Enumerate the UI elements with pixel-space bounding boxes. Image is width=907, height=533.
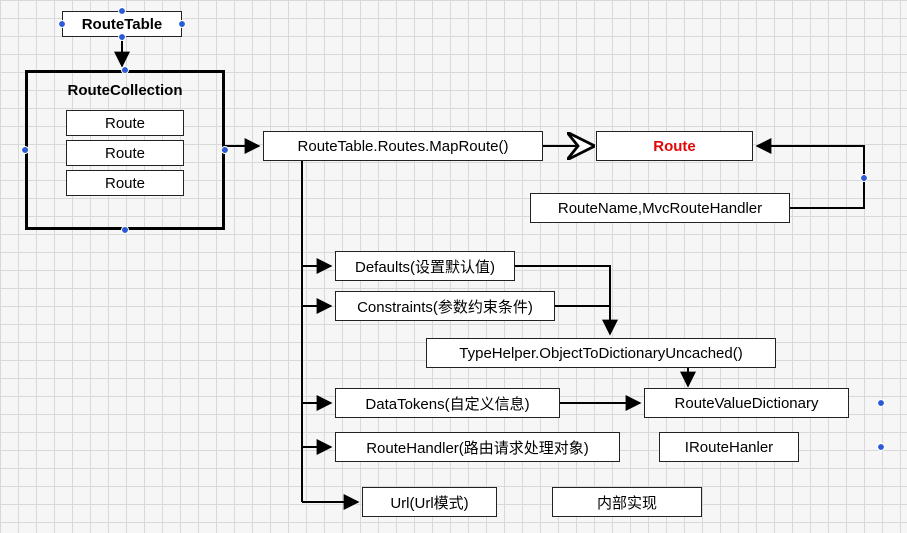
handle-dot <box>861 175 867 181</box>
routevaluedictionary-box: RouteValueDictionary <box>644 388 849 418</box>
inner-box: 内部实现 <box>552 487 702 517</box>
constraints-box: Constraints(参数约束条件) <box>335 291 555 321</box>
handle-dot <box>59 21 65 27</box>
routecollection-label: RouteCollection <box>50 80 200 101</box>
handle-dot <box>179 21 185 27</box>
handle-dot <box>222 147 228 153</box>
maproute-box: RouteTable.Routes.MapRoute() <box>263 131 543 161</box>
handle-dot <box>22 147 28 153</box>
url-box: Url(Url模式) <box>362 487 497 517</box>
route-item-1: Route <box>66 110 184 136</box>
iroutehandler-box: IRouteHanler <box>659 432 799 462</box>
handle-dot <box>122 227 128 233</box>
handle-dot <box>119 8 125 14</box>
routehandler-box: RouteHandler(路由请求处理对象) <box>335 432 620 462</box>
typehelper-box: TypeHelper.ObjectToDictionaryUncached() <box>426 338 776 368</box>
handle-dot <box>878 444 884 450</box>
datatokens-box: DataTokens(自定义信息) <box>335 388 560 418</box>
route-item-2: Route <box>66 140 184 166</box>
handle-dot <box>122 67 128 73</box>
handle-dot <box>119 34 125 40</box>
handle-dot <box>878 400 884 406</box>
route-meta-box: RouteName,MvcRouteHandler <box>530 193 790 223</box>
route-main-box: Route <box>596 131 753 161</box>
defaults-box: Defaults(设置默认值) <box>335 251 515 281</box>
route-item-3: Route <box>66 170 184 196</box>
